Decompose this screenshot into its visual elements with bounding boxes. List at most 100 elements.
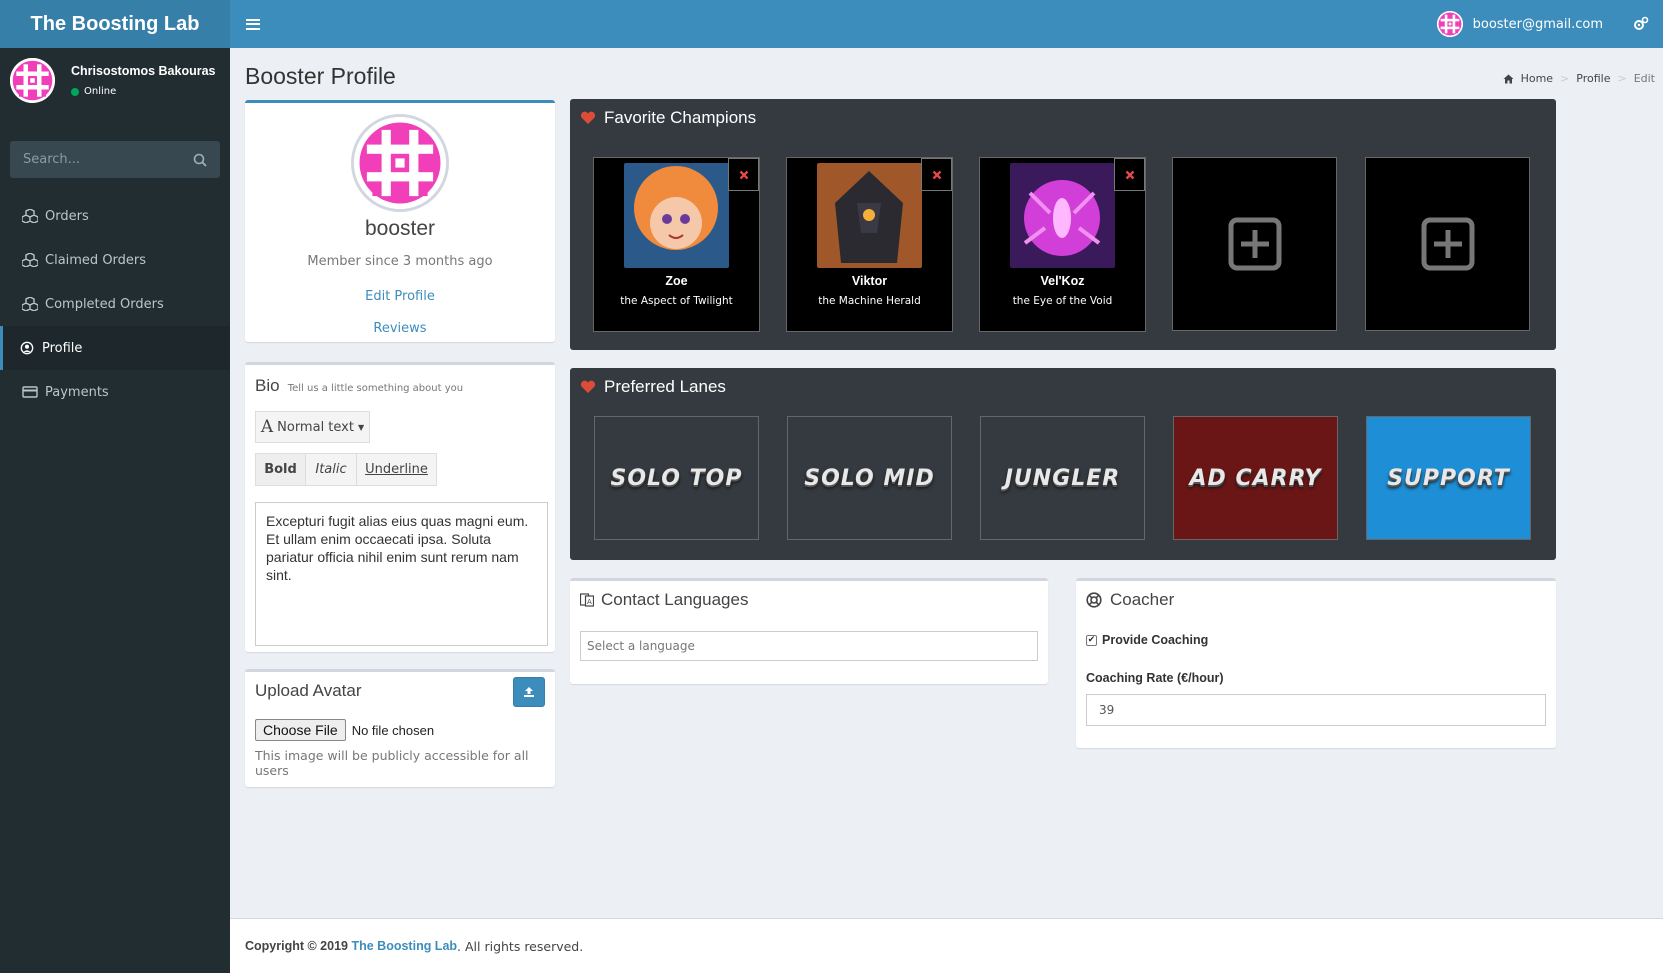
champion-card[interactable]: Viktor the Machine Herald xyxy=(786,157,953,332)
main-header: The Boosting Lab booster@gmail.com xyxy=(0,0,1663,48)
format-label: Normal text xyxy=(277,419,354,435)
home-icon xyxy=(1503,74,1514,83)
search-placeholder: Search... xyxy=(23,152,81,167)
search-input[interactable]: Search... xyxy=(10,141,220,178)
lane-ad-carry[interactable]: AD CARRY xyxy=(1173,416,1338,540)
svg-text:A: A xyxy=(587,598,592,606)
add-champion-button[interactable] xyxy=(1365,157,1530,331)
content-wrapper: Booster Profile Home > Profile > Edit bo… xyxy=(230,48,1663,918)
underline-button[interactable]: Underline xyxy=(357,453,437,486)
sidebar-item-label: Completed Orders xyxy=(45,296,164,312)
lane-label: JUNGLER xyxy=(1004,465,1121,491)
credit-card-icon xyxy=(22,386,38,398)
app-logo[interactable]: The Boosting Lab xyxy=(0,0,230,48)
language-select[interactable]: Select a language xyxy=(580,631,1038,661)
coaching-rate-label: Coaching Rate (€/hour) xyxy=(1086,671,1224,685)
champion-card[interactable]: Vel'Koz the Eye of the Void xyxy=(979,157,1146,332)
profile-name: booster xyxy=(364,217,436,240)
favorite-champions-box: Favorite Champions Zoe the Aspect of Twi… xyxy=(570,99,1556,350)
lane-jungler[interactable]: JUNGLER xyxy=(980,416,1145,540)
text-format-dropdown[interactable]: A Normal text ▼ xyxy=(255,411,370,443)
champion-card[interactable]: Zoe the Aspect of Twilight xyxy=(593,157,760,332)
lane-solo-mid[interactable]: SOLO MID xyxy=(787,416,952,540)
lane-label: SUPPORT xyxy=(1387,465,1510,491)
coaching-checkbox[interactable]: ✔ xyxy=(1086,634,1097,646)
upload-avatar-box: Upload Avatar Choose File No file chosen… xyxy=(245,669,555,787)
lane-label: AD CARRY xyxy=(1189,465,1322,491)
lane-label: SOLO TOP xyxy=(610,465,743,491)
footer-copyright: Copyright © 2019 xyxy=(245,939,348,953)
cubes-icon xyxy=(22,297,38,311)
champion-title: the Machine Herald xyxy=(818,295,921,307)
sidebar-item-label: Claimed Orders xyxy=(45,252,147,268)
search-icon[interactable] xyxy=(193,153,207,167)
lane-solo-top[interactable]: SOLO TOP xyxy=(594,416,759,540)
add-champion-button[interactable] xyxy=(1172,157,1337,331)
sidebar-toggle-icon[interactable] xyxy=(246,18,260,30)
edit-profile-link[interactable]: Edit Profile xyxy=(245,289,555,304)
sidebar-item-profile[interactable]: Profile xyxy=(0,326,230,370)
language-icon: A xyxy=(580,593,594,607)
user-menu[interactable]: booster@gmail.com xyxy=(1436,11,1649,37)
breadcrumb-profile[interactable]: Profile xyxy=(1576,72,1610,85)
close-icon xyxy=(739,170,748,179)
reviews-link[interactable]: Reviews xyxy=(245,321,555,336)
choose-file-button[interactable]: Choose File xyxy=(255,719,346,741)
status-text: Online xyxy=(84,86,117,97)
champion-name: Zoe xyxy=(665,274,688,288)
heart-icon xyxy=(580,380,596,393)
status-badge: Online xyxy=(71,86,215,97)
close-icon xyxy=(1125,170,1134,179)
breadcrumb-home[interactable]: Home xyxy=(1521,72,1553,85)
breadcrumb-edit: Edit xyxy=(1633,72,1655,85)
upload-icon xyxy=(524,687,534,697)
sidebar-item-orders[interactable]: Orders xyxy=(0,194,230,238)
file-status: No file chosen xyxy=(351,722,435,738)
bold-button[interactable]: Bold xyxy=(255,453,306,486)
remove-champion-button[interactable] xyxy=(1114,158,1145,191)
breadcrumb: Home > Profile > Edit xyxy=(1503,72,1655,85)
page-title: Booster Profile xyxy=(245,63,396,89)
lane-support[interactable]: SUPPORT xyxy=(1366,416,1531,540)
footer-rights: . All rights reserved. xyxy=(457,938,584,954)
user-email[interactable]: booster@gmail.com xyxy=(1473,17,1603,32)
italic-button[interactable]: Italic xyxy=(306,453,357,486)
champions-title: Favorite Champions xyxy=(604,108,757,127)
plus-square-icon xyxy=(1421,217,1474,271)
upload-button[interactable] xyxy=(513,677,545,707)
footer: Copyright © 2019 The Boosting Lab . All … xyxy=(230,918,1663,973)
heart-icon xyxy=(580,111,596,124)
champion-title: the Aspect of Twilight xyxy=(620,295,733,307)
coacher-title: Coacher xyxy=(1110,590,1175,609)
bio-title: Bio xyxy=(255,376,280,395)
bio-box: Bio Tell us a little something about you… xyxy=(245,362,555,652)
bio-subtitle: Tell us a little something about you xyxy=(287,383,464,394)
remove-champion-button[interactable] xyxy=(921,158,952,191)
preferred-lanes-box: Preferred Lanes SOLO TOP SOLO MID JUNGLE… xyxy=(570,368,1556,560)
member-since: Member since 3 months ago xyxy=(307,254,493,269)
life-ring-icon xyxy=(1086,592,1102,608)
close-icon xyxy=(932,170,941,179)
champion-title: the Eye of the Void xyxy=(1012,295,1113,307)
cogs-icon[interactable] xyxy=(1633,16,1649,32)
caret-down-icon: ▼ xyxy=(357,422,365,432)
avatar xyxy=(1436,11,1463,37)
profile-card: booster Member since 3 months ago Edit P… xyxy=(245,100,555,342)
lanes-title: Preferred Lanes xyxy=(604,377,726,396)
champion-name: Vel'Koz xyxy=(1040,274,1085,288)
sidebar-item-label: Orders xyxy=(45,208,89,224)
remove-champion-button[interactable] xyxy=(728,158,759,191)
sidebar-item-claimed-orders[interactable]: Claimed Orders xyxy=(0,238,230,282)
coaching-rate-input[interactable]: 39 xyxy=(1086,694,1546,726)
footer-brand-link[interactable]: The Boosting Lab xyxy=(351,939,457,953)
plus-square-icon xyxy=(1228,217,1281,271)
coacher-box: Coacher ✔ Provide Coaching Coaching Rate… xyxy=(1076,578,1556,748)
online-dot-icon xyxy=(71,87,79,96)
sidebar-item-completed-orders[interactable]: Completed Orders xyxy=(0,282,230,326)
bio-textarea[interactable]: Excepturi fugit alias eius quas magni eu… xyxy=(255,502,548,646)
sidebar-item-payments[interactable]: Payments xyxy=(0,370,230,414)
coaching-checkbox-label: Provide Coaching xyxy=(1102,633,1209,647)
champion-portrait xyxy=(817,163,922,268)
champion-portrait xyxy=(624,163,729,268)
sidebar-item-label: Profile xyxy=(42,340,83,356)
